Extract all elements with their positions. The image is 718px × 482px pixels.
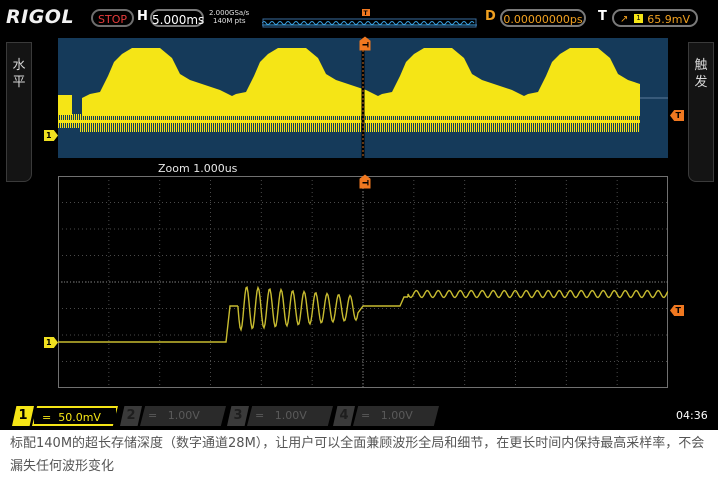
- memory-position-bar[interactable]: T: [262, 8, 477, 28]
- trigger-menu-tab[interactable]: 触发: [688, 42, 714, 182]
- zoom-waveform-window: [58, 176, 668, 388]
- timebase-value[interactable]: 5.000ms: [150, 9, 204, 27]
- trigger-tab-label: 触发: [694, 58, 708, 90]
- trigger-level-marker[interactable]: T: [670, 305, 684, 316]
- horizontal-menu-tab[interactable]: 水平: [6, 42, 32, 182]
- status-bar: RIGOL STOP H 5.000ms 2.000GSa/s 140M pts…: [0, 0, 718, 36]
- sample-rate: 2.000GSa/s: [209, 9, 250, 17]
- oscilloscope-screen: RIGOL STOP H 5.000ms 2.000GSa/s 140M pts…: [0, 0, 718, 430]
- zoom-label: Zoom 1.000us: [158, 162, 238, 175]
- horizontal-tab-label: 水平: [12, 58, 26, 90]
- ch3-scale: = 1.00V: [247, 406, 333, 426]
- rigol-logo: RIGOL: [6, 6, 75, 28]
- edge-trigger-icon: ↗: [620, 14, 629, 25]
- ch1-scale: = 50.0mV: [32, 406, 118, 426]
- memory-depth: 140M pts: [213, 17, 246, 25]
- ch4-scale: = 1.00V: [353, 406, 439, 426]
- trigger-label: T: [598, 9, 607, 24]
- caption-text: 标配140M的超长存储深度（数字通道28M），让用户可以全面兼顾波形全局和细节，…: [10, 436, 705, 474]
- delay-label: D: [485, 9, 496, 24]
- delay-value[interactable]: 0.00000000ps: [500, 9, 586, 27]
- ch2-scale: = 1.00V: [140, 406, 226, 426]
- overview-ch1-marker[interactable]: 1: [44, 130, 58, 141]
- horizontal-label: H: [137, 9, 148, 24]
- trigger-info[interactable]: ↗ 1 65.9mV: [612, 9, 698, 27]
- ch1-offset-marker[interactable]: 1: [44, 337, 58, 348]
- trigger-source-icon: 1: [634, 14, 643, 23]
- overview-trigger-level-marker[interactable]: T: [670, 110, 684, 121]
- acquisition-info: 2.000GSa/s 140M pts: [209, 9, 249, 25]
- trigger-level: 65.9mV: [647, 13, 690, 26]
- run-stop-status[interactable]: STOP: [91, 9, 134, 27]
- overview-waveform-window: [58, 38, 668, 158]
- trigger-position-icon: T: [362, 9, 370, 17]
- clock: 04:36: [676, 409, 708, 422]
